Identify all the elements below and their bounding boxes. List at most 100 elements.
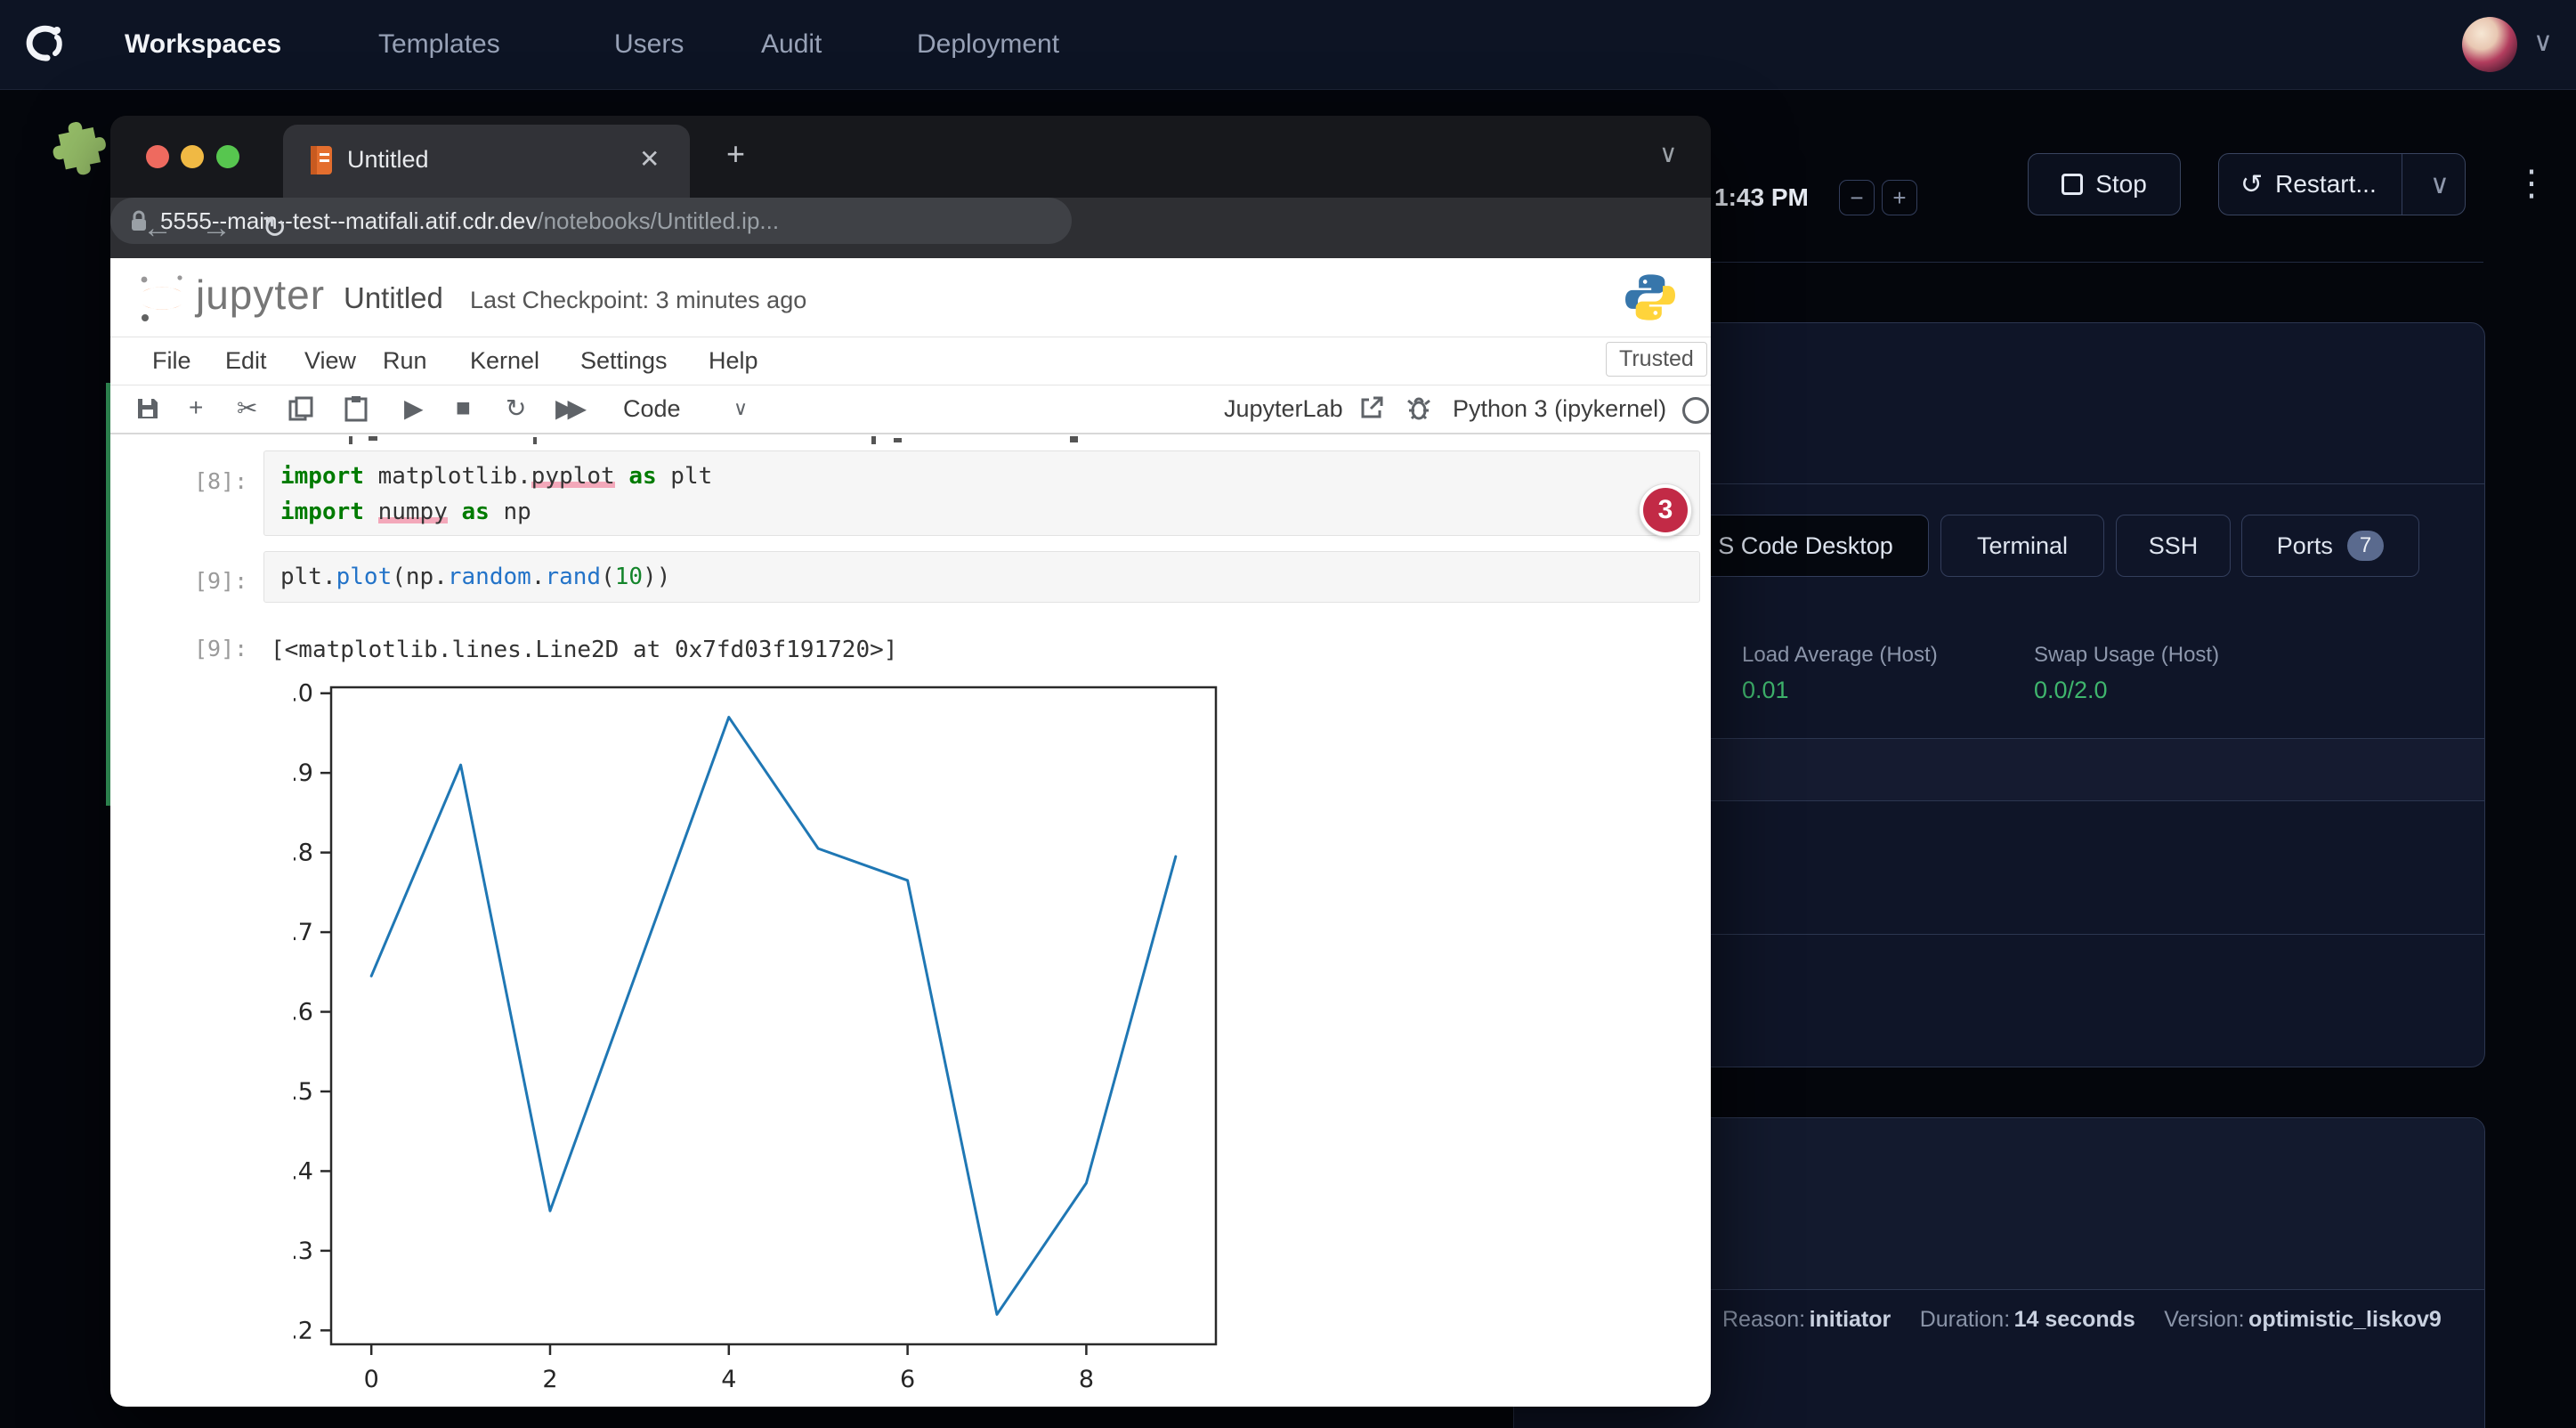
cell9-prompt: [9]: <box>194 568 247 594</box>
restart-workspace-button[interactable]: ↺ Restart... ∨ <box>2218 153 2466 215</box>
puzzle-piece-icon[interactable] <box>33 117 117 201</box>
load-average-value: 0.01 <box>1742 677 1789 704</box>
back-icon[interactable]: ← <box>142 198 173 258</box>
debugger-bug-icon[interactable] <box>1406 395 1431 420</box>
nav-item-deployment[interactable]: Deployment <box>917 0 1059 89</box>
menu-view[interactable]: View <box>304 347 356 375</box>
trusted-button[interactable]: Trusted <box>1606 342 1707 377</box>
ports-count-badge: 7 <box>2347 531 2384 561</box>
copy-cell-icon[interactable] <box>288 396 313 421</box>
zoom-out-button[interactable]: − <box>1839 180 1875 215</box>
minimize-window-button[interactable] <box>181 145 204 168</box>
notebook-area: [8]: import matplotlib.pyplot as pltimpo… <box>110 434 1711 1407</box>
swap-usage-label: Swap Usage (Host) <box>2034 643 2219 668</box>
menu-run[interactable]: Run <box>383 347 427 375</box>
svg-text:8: 8 <box>1079 1366 1094 1393</box>
run-cell-icon[interactable]: ▶ <box>404 394 424 423</box>
svg-text:0.2: 0.2 <box>294 1317 313 1344</box>
cell-type-chevron-icon[interactable]: ∨ <box>733 397 748 420</box>
cut-cell-icon[interactable]: ✂ <box>237 394 257 423</box>
cell8-input[interactable]: import matplotlib.pyplot as pltimport nu… <box>263 450 1700 536</box>
add-cell-icon[interactable]: + <box>189 394 203 422</box>
version-value: optimistic_liskov9 <box>2248 1307 2442 1332</box>
nav-item-audit[interactable]: Audit <box>761 0 822 89</box>
interrupt-kernel-icon[interactable]: ■ <box>456 394 471 422</box>
svg-text:0.5: 0.5 <box>294 1078 313 1106</box>
forward-icon[interactable]: → <box>201 198 231 258</box>
restart-menu-chevron-icon[interactable]: ∨ <box>2415 169 2465 200</box>
svg-text:0.3: 0.3 <box>294 1237 313 1265</box>
restart-kernel-icon[interactable]: ↻ <box>506 394 526 423</box>
notebook-title[interactable]: Untitled <box>344 281 443 315</box>
nav-item-workspaces[interactable]: Workspaces <box>125 0 281 89</box>
restart-run-all-icon[interactable]: ▶▶ <box>555 394 579 423</box>
external-link-icon[interactable] <box>1360 396 1383 419</box>
matplotlib-line-chart: 0.20.30.40.50.60.70.80.91.002468 <box>294 677 1228 1398</box>
cell8-prompt: [8]: <box>194 468 247 494</box>
load-average-label: Load Average (Host) <box>1742 643 1938 668</box>
tab-close-icon[interactable]: ✕ <box>639 144 660 174</box>
jupyter-menubar: File Edit View Run Kernel Settings Help … <box>110 337 1711 385</box>
terminal-button[interactable]: Terminal <box>1940 515 2104 577</box>
close-window-button[interactable] <box>146 145 169 168</box>
execution-count-badge: 3 <box>1640 484 1691 536</box>
ssh-button[interactable]: SSH <box>2116 515 2231 577</box>
stop-workspace-button[interactable]: Stop <box>2028 153 2181 215</box>
svg-text:2: 2 <box>542 1366 557 1393</box>
svg-text:6: 6 <box>900 1366 915 1393</box>
address-bar[interactable]: 5555--main--test--matifali.atif.cdr.dev/… <box>110 198 1072 244</box>
url-path: /notebooks/Untitled.ip... <box>537 207 779 234</box>
new-tab-button[interactable]: + <box>726 135 745 173</box>
user-menu-chevron-icon[interactable]: ∨ <box>2533 27 2553 58</box>
ports-button[interactable]: Ports 7 <box>2241 515 2419 577</box>
code-desktop-label: S Code Desktop <box>1718 532 1893 560</box>
last-checkpoint: Last Checkpoint: 3 minutes ago <box>470 287 806 314</box>
swap-usage-value: 0.0/2.0 <box>2034 677 2108 704</box>
stop-label: Stop <box>2095 170 2147 199</box>
stop-icon <box>2062 174 2083 195</box>
kernel-status-icon <box>1682 397 1709 424</box>
menu-file[interactable]: File <box>152 347 191 375</box>
nav-item-users[interactable]: Users <box>614 0 684 89</box>
menu-help[interactable]: Help <box>709 347 758 375</box>
svg-text:0.6: 0.6 <box>294 999 313 1026</box>
browser-tab[interactable]: Untitled ✕ <box>283 125 690 198</box>
menu-edit[interactable]: Edit <box>225 347 267 375</box>
reason-value: initiator <box>1810 1307 1891 1332</box>
menu-settings[interactable]: Settings <box>580 347 668 375</box>
duration-value: 14 seconds <box>2014 1307 2135 1332</box>
tab-search-chevron-icon[interactable]: ∨ <box>1659 139 1678 168</box>
paste-cell-icon[interactable] <box>344 395 369 422</box>
restart-label: Restart... <box>2275 170 2377 199</box>
save-icon[interactable] <box>135 396 160 421</box>
python-logo <box>1625 272 1675 322</box>
workspace-kebab-menu[interactable]: ⋮ <box>2514 160 2549 207</box>
dashboard-header-divider <box>1711 262 2483 263</box>
cell9-input[interactable]: plt.plot(np.random.rand(10)) <box>263 551 1700 603</box>
terminal-label: Terminal <box>1977 532 2068 560</box>
screen: Workspaces Templates Users Audit Deploym… <box>0 0 2576 1428</box>
build-footer: Reason: initiator Duration: 14 seconds V… <box>1722 1307 2442 1333</box>
menu-kernel[interactable]: Kernel <box>470 347 539 375</box>
kernel-name[interactable]: Python 3 (ipykernel) <box>1453 395 1666 423</box>
coder-logo-icon[interactable] <box>20 20 69 69</box>
svg-text:0: 0 <box>364 1366 379 1393</box>
zoom-in-button[interactable]: + <box>1882 180 1917 215</box>
reload-icon[interactable]: ↻ <box>262 198 288 258</box>
ssh-label: SSH <box>2149 532 2199 560</box>
vs-code-desktop-button[interactable]: S Code Desktop <box>1682 515 1929 577</box>
maximize-window-button[interactable] <box>216 145 239 168</box>
version-label: Version: <box>2164 1307 2244 1332</box>
cell-type-dropdown[interactable]: Code <box>623 395 681 423</box>
open-jupyterlab-link[interactable]: JupyterLab <box>1224 395 1343 423</box>
jupyter-logo <box>134 269 190 326</box>
jupyter-toolbar: + ✂ ▶ ■ ↻ ▶▶ Code ∨ JupyterLab <box>110 385 1711 434</box>
svg-text:0.8: 0.8 <box>294 840 313 867</box>
user-avatar[interactable] <box>2462 17 2517 72</box>
top-nav: Workspaces Templates Users Audit Deploym… <box>0 0 2576 90</box>
nav-item-templates[interactable]: Templates <box>378 0 500 89</box>
browser-window: Untitled ✕ + ∨ ← → ↻ 5555--main--test--m… <box>110 116 1711 1407</box>
jupyter-notebook-page: jupyter Untitled Last Checkpoint: 3 minu… <box>110 258 1711 1407</box>
svg-text:0.4: 0.4 <box>294 1157 313 1185</box>
svg-text:1.0: 1.0 <box>294 680 313 708</box>
